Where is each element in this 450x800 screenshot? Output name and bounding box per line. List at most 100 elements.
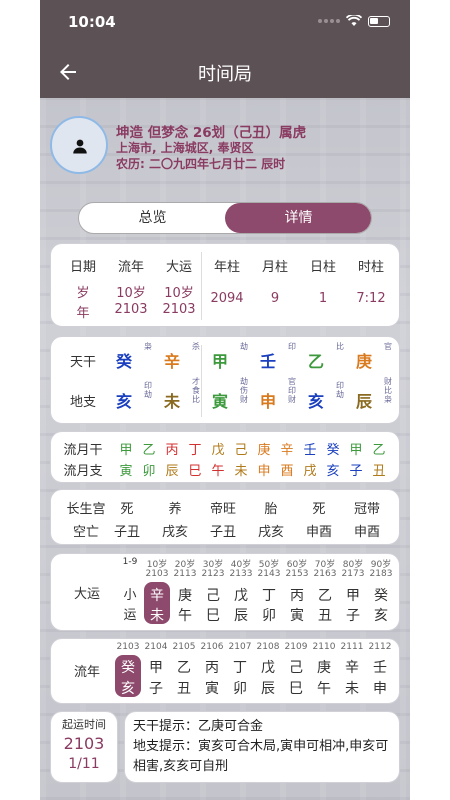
- dayun-zhi[interactable]: 巳: [200, 605, 226, 625]
- qiyun-date: 1/11: [68, 756, 100, 772]
- dizhi-char[interactable]: 申: [253, 388, 283, 412]
- dayun-gan[interactable]: 辛: [144, 585, 170, 605]
- liunian-zhi[interactable]: 午: [311, 678, 337, 698]
- liuyue-gan[interactable]: 甲: [345, 439, 367, 458]
- liunian-zhi[interactable]: 丑: [171, 678, 197, 698]
- liuyue-zhi[interactable]: 申: [253, 460, 275, 479]
- dizhi-char[interactable]: 亥: [301, 388, 331, 412]
- liuyue-zhi[interactable]: 辰: [161, 460, 183, 479]
- tiangan-char[interactable]: 甲: [205, 348, 235, 372]
- tiangan-char[interactable]: 癸: [109, 348, 139, 372]
- liunian-year: 2109: [284, 642, 308, 652]
- dayun-year: 2133: [229, 569, 253, 579]
- liuyue-zhi[interactable]: 亥: [322, 460, 344, 479]
- liuyue-gan[interactable]: 癸: [322, 439, 344, 458]
- liuyue-gan[interactable]: 庚: [253, 439, 275, 458]
- dayun-gan[interactable]: 己: [200, 585, 226, 605]
- xiaoyun-range: 1-9: [122, 557, 138, 567]
- liuyue-zhi[interactable]: 酉: [276, 460, 298, 479]
- header-day-pillar: 日柱: [309, 260, 336, 275]
- signal-icon: [318, 19, 340, 23]
- dayun-label: 大运: [73, 587, 100, 602]
- liuyue-gan[interactable]: 丁: [184, 439, 206, 458]
- dayun-zhi[interactable]: 午: [172, 605, 198, 625]
- liuyue-gan[interactable]: 丙: [161, 439, 183, 458]
- liunian-gan[interactable]: 甲: [143, 657, 169, 677]
- dayun-gan[interactable]: 甲: [340, 585, 366, 605]
- liunian-zhi[interactable]: 子: [143, 678, 169, 698]
- liunian-gan[interactable]: 癸: [115, 657, 141, 677]
- dayun-gan[interactable]: 丙: [284, 585, 310, 605]
- liuyue-gan[interactable]: 己: [230, 439, 252, 458]
- qiyun-year: 2103: [63, 734, 105, 753]
- tiangan-char[interactable]: 乙: [301, 348, 331, 372]
- tiangan-char[interactable]: 辛: [157, 348, 187, 372]
- liunian-zhi[interactable]: 巳: [283, 678, 309, 698]
- tiangan-shishen: 比: [336, 342, 344, 351]
- liunian-gan[interactable]: 壬: [367, 657, 393, 677]
- tab-overview[interactable]: 总览: [79, 203, 226, 233]
- liunian-zhi[interactable]: 未: [339, 678, 365, 698]
- dayun-zhi[interactable]: 卯: [256, 605, 282, 625]
- liuyue-zhi[interactable]: 巳: [184, 460, 206, 479]
- liunian-zhi[interactable]: 卯: [227, 678, 253, 698]
- dizhi-char[interactable]: 亥: [109, 388, 139, 412]
- liunian-zhi[interactable]: 寅: [199, 678, 225, 698]
- profile-location: 上海市, 上海城区, 奉贤区: [116, 141, 254, 155]
- liuyue-zhi[interactable]: 寅: [115, 460, 137, 479]
- dizhi-canggan: 官印财: [288, 377, 296, 404]
- tiangan-char[interactable]: 壬: [253, 348, 283, 372]
- qiyun-label: 起运时间: [62, 718, 106, 731]
- dayun-year: 2173: [341, 569, 365, 579]
- dayun-zhi[interactable]: 辰: [228, 605, 254, 625]
- liuyue-gan[interactable]: 乙: [138, 439, 160, 458]
- liunian-year: 2104: [144, 642, 168, 652]
- liuyue-gan[interactable]: 乙: [368, 439, 390, 458]
- liunian-year: 2111: [340, 642, 364, 652]
- liunian-gan[interactable]: 辛: [339, 657, 365, 677]
- dayun-gan[interactable]: 戊: [228, 585, 254, 605]
- liuyue-zhi[interactable]: 戌: [299, 460, 321, 479]
- liuyue-zhi[interactable]: 子: [345, 460, 367, 479]
- liunian-gan[interactable]: 己: [283, 657, 309, 677]
- liunian-zhi[interactable]: 亥: [115, 678, 141, 698]
- hour-pillar-value: 7:12: [356, 291, 386, 306]
- dayun-zhi[interactable]: 亥: [368, 605, 394, 625]
- dayun-zhi[interactable]: 子: [340, 605, 366, 625]
- label-nian: 年: [76, 306, 90, 321]
- dayun-year: 2153: [285, 569, 309, 579]
- dizhi-char[interactable]: 辰: [349, 388, 379, 412]
- liuyue-gan[interactable]: 甲: [115, 439, 137, 458]
- dayun-gan[interactable]: 丁: [256, 585, 282, 605]
- liunian-zhi[interactable]: 辰: [255, 678, 281, 698]
- dayun-gan[interactable]: 乙: [312, 585, 338, 605]
- tab-detail[interactable]: 详情: [225, 203, 371, 233]
- liunian-gan[interactable]: 庚: [311, 657, 337, 677]
- liuyue-gan[interactable]: 辛: [276, 439, 298, 458]
- dizhi-hint: 地支提示：寅亥可合木局,寅申可相冲,申亥可相害,亥亥可自刑: [133, 739, 389, 774]
- kongwang-value: 戌亥: [257, 525, 284, 540]
- segmented-control: 总览 详情: [78, 202, 372, 234]
- tiangan-char[interactable]: 庚: [349, 348, 379, 372]
- liunian-gan[interactable]: 乙: [171, 657, 197, 677]
- liunian-gan[interactable]: 丁: [227, 657, 253, 677]
- liuyue-gan[interactable]: 壬: [299, 439, 321, 458]
- dayun-zhi[interactable]: 未: [144, 605, 170, 625]
- dizhi-char[interactable]: 未: [157, 388, 187, 412]
- dayun-zhi[interactable]: 丑: [312, 605, 338, 625]
- liuyue-zhi[interactable]: 未: [230, 460, 252, 479]
- dayun-gan[interactable]: 庚: [172, 585, 198, 605]
- avatar[interactable]: [50, 116, 108, 174]
- liuyue-zhi[interactable]: 丑: [368, 460, 390, 479]
- liuyue-gan[interactable]: 戊: [207, 439, 229, 458]
- liuyue-zhi[interactable]: 午: [207, 460, 229, 479]
- dizhi-char[interactable]: 寅: [205, 388, 235, 412]
- dayun-zhi[interactable]: 寅: [284, 605, 310, 625]
- liunian-gan[interactable]: 丙: [199, 657, 225, 677]
- liunian-zhi[interactable]: 申: [367, 678, 393, 698]
- year-pillar-value: 2094: [210, 291, 244, 306]
- dayun-gan[interactable]: 癸: [368, 585, 394, 605]
- liunian-gan[interactable]: 戊: [255, 657, 281, 677]
- liuyue-zhi[interactable]: 卯: [138, 460, 160, 479]
- status-icons: [318, 15, 390, 27]
